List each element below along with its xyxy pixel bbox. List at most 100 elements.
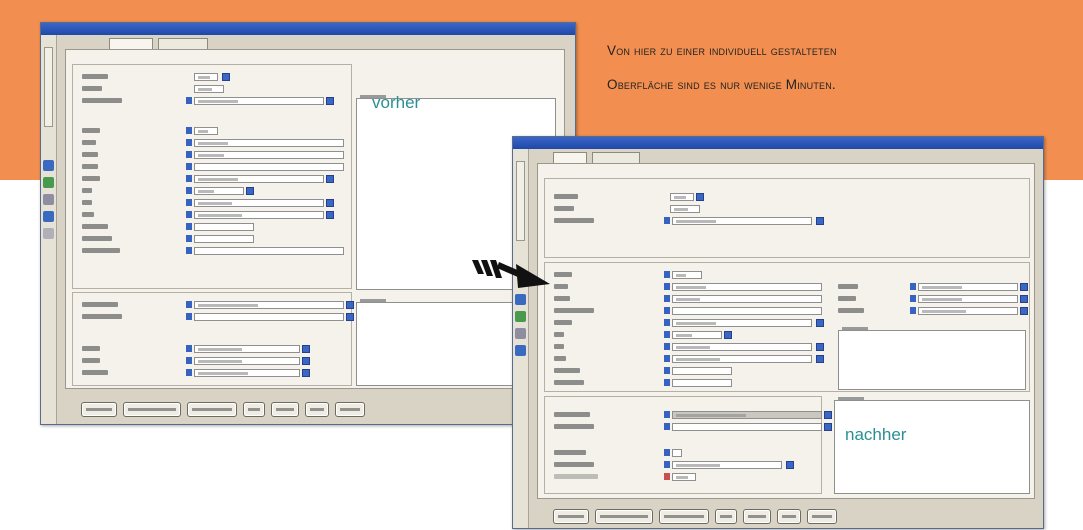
pin-icon[interactable] <box>664 379 670 386</box>
footer-button[interactable] <box>715 509 737 524</box>
chevron-down-icon[interactable] <box>816 319 824 327</box>
pin-icon[interactable] <box>186 223 192 230</box>
form-field[interactable] <box>672 343 812 351</box>
form-field[interactable] <box>194 85 224 93</box>
chevron-down-icon[interactable] <box>346 301 354 309</box>
form-field[interactable] <box>918 295 1018 303</box>
footer-button[interactable] <box>335 402 365 417</box>
form-field[interactable] <box>672 217 812 225</box>
footer-button[interactable] <box>777 509 801 524</box>
form-field[interactable] <box>194 247 344 255</box>
footer-button[interactable] <box>305 402 329 417</box>
chevron-down-icon[interactable] <box>1020 283 1028 291</box>
form-field[interactable] <box>672 307 822 315</box>
form-field[interactable] <box>194 235 254 243</box>
chevron-down-icon[interactable] <box>696 193 704 201</box>
notes-pane-bottom[interactable] <box>834 397 1030 494</box>
pin-icon[interactable] <box>186 301 192 308</box>
left-toolbar-scroll[interactable] <box>516 161 525 241</box>
form-field[interactable] <box>672 283 822 291</box>
form-field[interactable] <box>918 283 1018 291</box>
pin-icon[interactable] <box>186 211 192 218</box>
chevron-down-icon[interactable] <box>326 175 334 183</box>
form-field[interactable] <box>194 199 324 207</box>
window-before-titlebar[interactable] <box>41 23 575 35</box>
pin-icon[interactable] <box>664 307 670 314</box>
footer-button[interactable] <box>81 402 117 417</box>
form-field[interactable] <box>194 301 344 309</box>
tab-general[interactable] <box>109 38 153 49</box>
chevron-down-icon[interactable] <box>816 217 824 225</box>
form-field[interactable] <box>194 369 300 377</box>
form-field[interactable] <box>194 73 218 81</box>
pin-icon[interactable] <box>664 449 670 456</box>
chevron-down-icon[interactable] <box>816 343 824 351</box>
pin-icon[interactable] <box>186 151 192 158</box>
pin-icon[interactable] <box>910 295 916 302</box>
form-field[interactable] <box>194 313 344 321</box>
form-field[interactable] <box>194 175 324 183</box>
chevron-down-icon[interactable] <box>222 73 230 81</box>
pin-icon[interactable] <box>186 187 192 194</box>
pin-icon[interactable] <box>186 139 192 146</box>
pin-icon[interactable] <box>186 175 192 182</box>
pin-icon[interactable] <box>664 423 670 430</box>
chevron-down-icon[interactable] <box>346 313 354 321</box>
pin-icon[interactable] <box>186 235 192 242</box>
left-toolbar-scroll[interactable] <box>44 47 53 127</box>
chevron-down-icon[interactable] <box>326 97 334 105</box>
form-field[interactable] <box>194 357 300 365</box>
toolbar-icon-4[interactable] <box>43 211 54 222</box>
pin-icon[interactable] <box>186 199 192 206</box>
pin-icon[interactable] <box>186 313 192 320</box>
form-field[interactable] <box>672 319 812 327</box>
footer-button[interactable] <box>807 509 837 524</box>
chevron-down-icon[interactable] <box>246 187 254 195</box>
pin-icon[interactable] <box>664 367 670 374</box>
pin-icon[interactable] <box>664 473 670 480</box>
pin-icon[interactable] <box>664 343 670 350</box>
tab-general[interactable] <box>553 152 587 163</box>
pin-icon[interactable] <box>186 369 192 376</box>
footer-button[interactable] <box>271 402 299 417</box>
form-field[interactable] <box>670 205 700 213</box>
form-field[interactable] <box>672 449 682 457</box>
pin-icon[interactable] <box>664 319 670 326</box>
footer-button[interactable] <box>553 509 589 524</box>
form-field[interactable] <box>672 473 696 481</box>
tab-settings[interactable] <box>158 38 209 49</box>
tab-settings[interactable] <box>592 152 641 163</box>
footer-button[interactable] <box>187 402 237 417</box>
pin-icon[interactable] <box>910 307 916 314</box>
form-field[interactable] <box>672 331 722 339</box>
form-field[interactable] <box>670 193 694 201</box>
pin-icon[interactable] <box>664 217 670 224</box>
window-after-titlebar[interactable] <box>513 137 1043 149</box>
chevron-down-icon[interactable] <box>1020 295 1028 303</box>
form-field[interactable] <box>672 271 702 279</box>
toolbar-icon-3[interactable] <box>515 328 526 339</box>
form-field[interactable] <box>194 151 344 159</box>
form-field[interactable] <box>672 411 822 419</box>
pin-icon[interactable] <box>186 127 192 134</box>
footer-button[interactable] <box>595 509 653 524</box>
footer-button[interactable] <box>243 402 265 417</box>
form-field[interactable] <box>194 211 324 219</box>
form-field[interactable] <box>194 97 324 105</box>
form-field[interactable] <box>672 423 822 431</box>
form-field[interactable] <box>194 187 244 195</box>
toolbar-icon-4[interactable] <box>515 345 526 356</box>
form-field[interactable] <box>672 379 732 387</box>
pin-icon[interactable] <box>186 163 192 170</box>
pin-icon[interactable] <box>664 283 670 290</box>
toolbar-icon-2[interactable] <box>515 311 526 322</box>
chevron-down-icon[interactable] <box>816 355 824 363</box>
toolbar-icon-5[interactable] <box>43 228 54 239</box>
footer-button[interactable] <box>123 402 181 417</box>
chevron-down-icon[interactable] <box>824 411 832 419</box>
footer-button[interactable] <box>743 509 771 524</box>
chevron-down-icon[interactable] <box>302 345 310 353</box>
form-field[interactable] <box>918 307 1018 315</box>
pin-icon[interactable] <box>664 271 670 278</box>
toolbar-icon-1[interactable] <box>515 294 526 305</box>
